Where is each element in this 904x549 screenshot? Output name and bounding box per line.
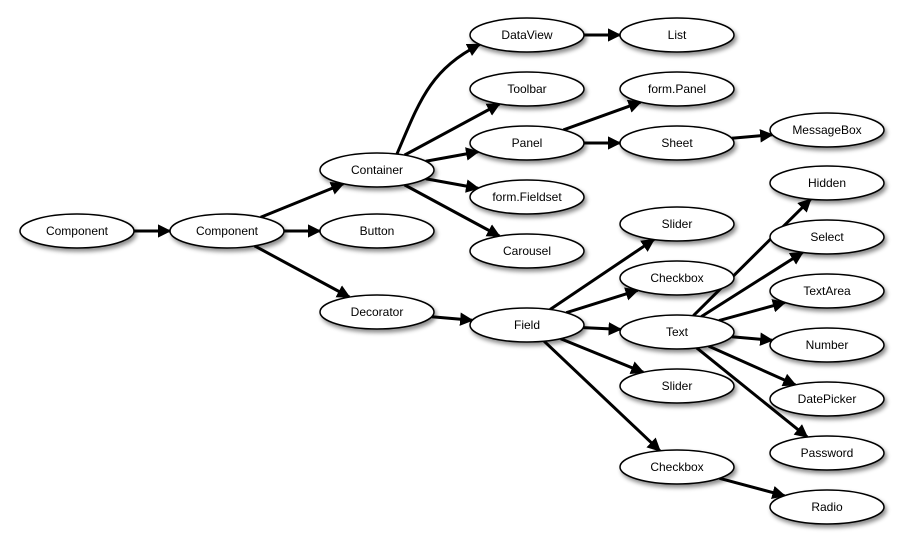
- node-component2: Component: [169, 213, 285, 249]
- node-messagebox: MessageBox: [769, 112, 885, 148]
- node-select: Select: [769, 219, 885, 255]
- node-label: Number: [806, 338, 849, 352]
- edge-container-to-panel: [425, 147, 480, 163]
- edge-text-to-number: [731, 332, 774, 346]
- node-label: Password: [801, 446, 854, 460]
- node-label: Radio: [811, 500, 843, 514]
- node-label: form.Fieldset: [492, 190, 562, 204]
- node-label: Text: [666, 325, 689, 339]
- node-label: Container: [351, 163, 403, 177]
- node-number: Number: [769, 327, 885, 363]
- node-text: Text: [619, 314, 735, 350]
- node-field: Field: [469, 307, 585, 343]
- edge-decorator-to-field: [431, 312, 474, 326]
- node-label: Component: [46, 224, 109, 238]
- node-dataview: DataView: [469, 17, 585, 53]
- node-label: Checkbox: [650, 460, 703, 474]
- node-slider1: Slider: [619, 206, 735, 242]
- class-hierarchy-diagram: Component Component Container Button Decorat…: [0, 0, 904, 549]
- node-label: Hidden: [808, 176, 846, 190]
- node-toolbar: Toolbar: [469, 71, 585, 107]
- node-label: form.Panel: [648, 82, 706, 96]
- node-label: Checkbox: [650, 271, 703, 285]
- node-formfieldset: form.Fieldset: [469, 179, 585, 215]
- node-label: Sheet: [661, 136, 693, 150]
- edge-field-to-text: [583, 322, 623, 336]
- node-carousel: Carousel: [469, 233, 585, 269]
- node-label: Button: [360, 224, 395, 238]
- node-label: Panel: [512, 136, 543, 150]
- node-component1: Component: [19, 213, 135, 249]
- node-hidden: Hidden: [769, 165, 885, 201]
- diagram-canvas: Component Component Container Button Decorat…: [19, 17, 885, 525]
- node-slider2: Slider: [619, 368, 735, 404]
- node-label: Component: [196, 224, 259, 238]
- node-label: Toolbar: [507, 82, 546, 96]
- node-label: TextArea: [803, 284, 851, 298]
- node-decorator: Decorator: [319, 294, 435, 330]
- node-radio: Radio: [769, 489, 885, 525]
- node-checkbox2: Checkbox: [619, 449, 735, 485]
- node-list: List: [619, 17, 735, 53]
- node-container: Container: [319, 152, 435, 188]
- edge-field-to-checkbox1: [565, 287, 639, 315]
- node-label: Field: [514, 318, 540, 332]
- node-label: Slider: [662, 379, 693, 393]
- edge-component2-to-decorator: [253, 244, 351, 299]
- edge-text-to-textarea: [718, 299, 787, 322]
- node-label: MessageBox: [792, 123, 861, 137]
- edge-container-to-formfieldset: [425, 177, 480, 193]
- node-label: Decorator: [351, 305, 404, 319]
- node-label: DatePicker: [798, 392, 857, 406]
- node-checkbox1: Checkbox: [619, 260, 735, 296]
- edge-sheet-to-messagebox: [731, 129, 774, 143]
- node-sheet: Sheet: [619, 125, 735, 161]
- node-panel: Panel: [469, 125, 585, 161]
- edge-checkbox2-to-radio: [719, 476, 786, 500]
- node-textarea: TextArea: [769, 273, 885, 309]
- edge-component2-to-container: [260, 182, 345, 219]
- node-label: Select: [810, 230, 844, 244]
- node-label: Slider: [662, 217, 693, 231]
- node-button: Button: [319, 213, 435, 249]
- node-label: DataView: [501, 28, 552, 42]
- node-formpanel: form.Panel: [619, 71, 735, 107]
- node-label: List: [668, 28, 687, 42]
- edge-panel-to-formpanel: [562, 99, 642, 132]
- node-password: Password: [769, 435, 885, 471]
- node-label: Carousel: [503, 244, 551, 258]
- node-datepicker: DatePicker: [769, 381, 885, 417]
